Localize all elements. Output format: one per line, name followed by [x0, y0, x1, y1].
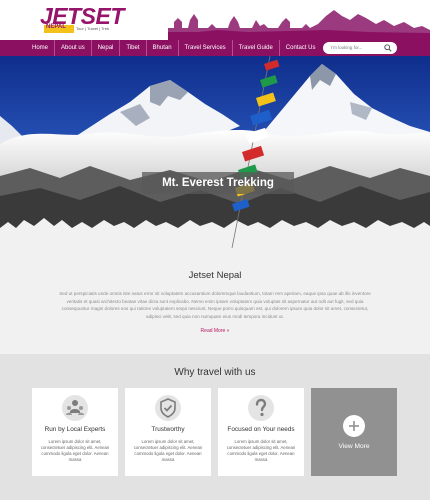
search-icon[interactable] [384, 44, 392, 52]
read-more-link[interactable]: Read More » [0, 328, 430, 334]
main-nav: Home About us Nepal Tibet Bhutan Travel … [0, 40, 430, 56]
nav-item-bhutan[interactable]: Bhutan [147, 40, 179, 56]
nav-item-travel-services[interactable]: Travel Services [179, 40, 233, 56]
nav-item-travel-guide[interactable]: Travel Guide [233, 40, 280, 56]
nav-item-contact-us[interactable]: Contact Us [280, 40, 322, 56]
why-section: Why travel with us Run by Local Experts … [0, 354, 430, 500]
search-input[interactable]: I'm looking for... [323, 42, 397, 54]
card-body: Lorem ipsum dolor sit amet, consectetuer… [40, 439, 110, 462]
hero-banner: Mt. Everest Trekking [0, 56, 430, 248]
plus-icon [343, 415, 365, 437]
question-icon [248, 395, 274, 421]
nav-item-about-us[interactable]: About us [55, 40, 92, 56]
temple-skyline-silhouette [168, 10, 430, 40]
hero-caption: Mt. Everest Trekking [142, 172, 294, 194]
logo-tagline: Tour | Travel | Trek [76, 26, 109, 31]
card-body: Lorem ipsum dolor sit amet, consectetuer… [226, 439, 296, 462]
view-more-label: View More [338, 443, 370, 450]
site-logo[interactable]: JETSET NEPAL Tour | Travel | Trek [34, 3, 124, 35]
nav-item-home[interactable]: Home [0, 40, 56, 56]
card-title: Run by Local Experts [44, 426, 106, 433]
feature-card-trustworthy[interactable]: Trustworthy Lorem ipsum dolor sit amet, … [125, 388, 211, 476]
view-more-button[interactable]: View More [311, 388, 397, 476]
search-placeholder: I'm looking for... [331, 45, 363, 50]
why-title: Why travel with us [174, 367, 256, 378]
feature-card-local-experts[interactable]: Run by Local Experts Lorem ipsum dolor s… [32, 388, 118, 476]
logo-subtitle: NEPAL [46, 24, 66, 30]
card-title: Focused on Your needs [227, 426, 295, 433]
nav-item-nepal[interactable]: Nepal [92, 40, 121, 56]
local-experts-icon [62, 395, 88, 421]
intro-section: Jetset Nepal Sed ut perspiciatis unde om… [0, 248, 430, 354]
card-body: Lorem ipsum dolor sit amet, consectetuer… [133, 439, 203, 462]
mountain-photo [0, 56, 430, 248]
intro-body: Sed ut perspiciatis unde omnis iste natu… [59, 291, 371, 319]
nav-item-tibet[interactable]: Tibet [120, 40, 147, 56]
card-title: Trustworthy [151, 426, 185, 433]
site-header: JETSET NEPAL Tour | Travel | Trek [0, 0, 430, 40]
shield-check-icon [155, 395, 181, 421]
feature-card-focused[interactable]: Focused on Your needs Lorem ipsum dolor … [218, 388, 304, 476]
intro-title: Jetset Nepal [188, 270, 242, 281]
